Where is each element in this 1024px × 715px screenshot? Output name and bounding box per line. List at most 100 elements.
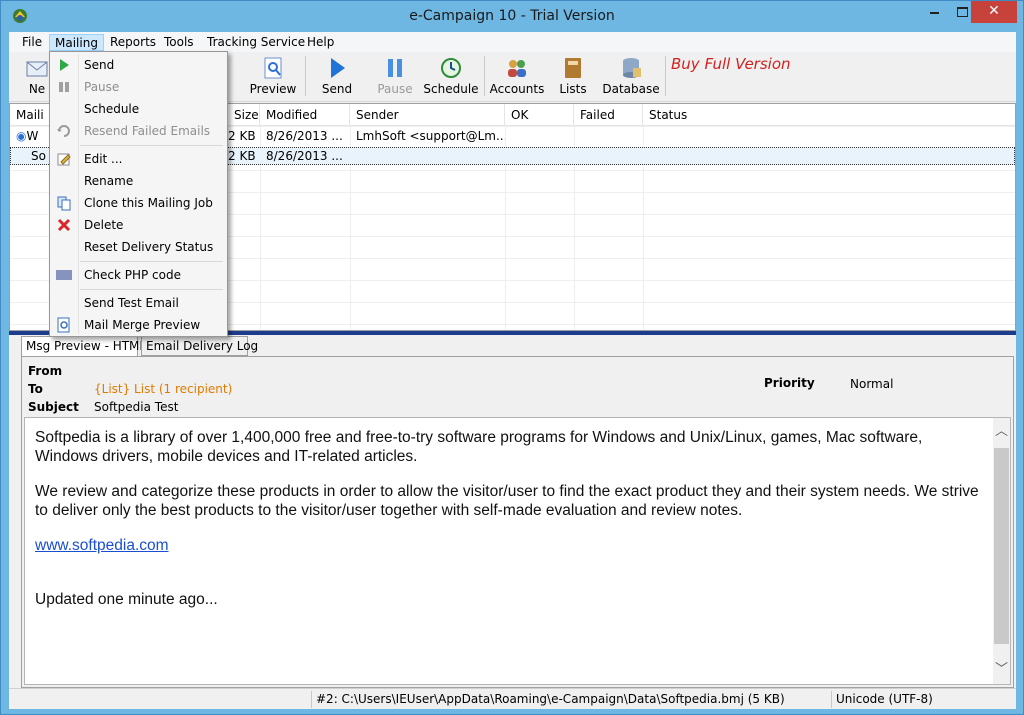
menu-item-reset-status[interactable]: Reset Delivery Status	[52, 236, 225, 258]
menu-item-rename-label: Rename	[84, 174, 134, 188]
menu-tracking-service[interactable]: Tracking Service	[202, 34, 310, 51]
menu-file[interactable]: File	[17, 34, 47, 51]
php-icon	[56, 270, 72, 280]
send-play-icon	[60, 59, 69, 71]
menu-item-reset-status-label: Reset Delivery Status	[84, 240, 214, 254]
send-play-icon	[331, 58, 345, 78]
menu-item-delete[interactable]: Delete	[52, 214, 225, 236]
body-paragraph: Softpedia is a library of over 1,400,000…	[35, 429, 923, 465]
menu-item-delete-label: Delete	[84, 218, 124, 232]
menu-tools[interactable]: Tools	[159, 34, 199, 51]
menu-item-rename[interactable]: Rename	[52, 170, 225, 192]
menu-item-clone[interactable]: Clone this Mailing Job	[52, 192, 225, 214]
menu-item-send[interactable]: Send	[52, 54, 225, 76]
column-header-ok[interactable]: OK	[505, 104, 574, 126]
database-icon	[623, 58, 641, 78]
row-sender: LmhSoft <support@Lm...	[356, 129, 505, 143]
menu-item-mail-merge-preview-label: Mail Merge Preview	[84, 318, 201, 332]
window-title: e-Campaign 10 - Trial Version	[409, 8, 615, 24]
accounts-users-icon	[508, 60, 526, 77]
menu-item-clone-label: Clone this Mailing Job	[84, 196, 213, 210]
buy-full-version-link[interactable]: Buy Full Version	[671, 55, 791, 73]
pause-icon	[59, 82, 69, 92]
menu-separator	[80, 145, 223, 146]
preview-button[interactable]: Preview	[247, 54, 299, 100]
tab-email-delivery-log[interactable]: Email Delivery Log	[141, 336, 258, 356]
schedule-button-label: Schedule	[423, 82, 479, 96]
schedule-button[interactable]: Schedule	[423, 54, 479, 100]
row-modified: 8/26/2013 ...	[266, 149, 343, 163]
column-header-size[interactable]: Size	[228, 104, 260, 126]
menu-separator	[80, 261, 223, 262]
scroll-down-icon[interactable]: ﹀	[993, 660, 1010, 682]
edit-pencil-icon	[57, 153, 71, 166]
pause-icon	[388, 59, 402, 77]
minimize-button[interactable]	[921, 1, 948, 23]
accounts-button[interactable]: Accounts	[489, 54, 545, 100]
scroll-thumb[interactable]	[994, 448, 1009, 644]
menu-help[interactable]: Help	[302, 34, 339, 51]
preview-button-label: Preview	[249, 82, 297, 96]
preview-icon	[264, 57, 282, 79]
database-button[interactable]: Database	[601, 54, 661, 100]
column-header-modified[interactable]: Modified	[260, 104, 350, 126]
menu-item-send-test-label: Send Test Email	[84, 296, 179, 310]
delete-x-icon	[57, 218, 71, 232]
resend-icon	[57, 125, 70, 137]
menu-item-edit-label: Edit ...	[84, 152, 123, 166]
clone-copy-icon	[57, 196, 71, 211]
menu-mailing[interactable]: Mailing	[49, 34, 104, 51]
status-bar: #2: C:\Users\IEUser\AppData\Roaming\e-Ca…	[9, 688, 1016, 709]
accounts-button-label: Accounts	[489, 82, 545, 96]
softpedia-link[interactable]: www.softpedia.com	[35, 537, 169, 554]
toolbar-separator	[665, 56, 666, 96]
row-modified: 8/26/2013 ...	[266, 129, 343, 143]
menu-item-pause-label: Pause	[84, 80, 120, 94]
toolbar-separator	[484, 56, 485, 96]
body-paragraph: We review and categorize these products …	[35, 483, 979, 519]
status-encoding: Unicode (UTF-8)	[831, 691, 1011, 708]
menu-item-pause[interactable]: Pause	[52, 76, 225, 98]
message-body-view[interactable]: Softpedia is a library of over 1,400,000…	[24, 417, 1011, 685]
lists-button-label: Lists	[559, 82, 587, 96]
new-mail-icon	[26, 61, 48, 77]
lists-button[interactable]: Lists	[555, 54, 591, 100]
menu-item-edit[interactable]: Edit ...	[52, 148, 225, 170]
column-header-status[interactable]: Status	[643, 104, 1015, 126]
message-body: Softpedia is a library of over 1,400,000…	[35, 428, 985, 625]
to-value: {List} List (1 recipient)	[94, 382, 233, 396]
status-cell-empty	[9, 691, 311, 708]
menu-item-mail-merge-preview[interactable]: Mail Merge Preview	[52, 314, 225, 336]
menu-item-check-php[interactable]: Check PHP code	[52, 264, 225, 286]
status-file-path: #2: C:\Users\IEUser\AppData\Roaming\e-Ca…	[311, 691, 831, 708]
pause-button[interactable]: Pause	[373, 54, 417, 100]
tab-msg-preview-html[interactable]: Msg Preview - HTML	[21, 336, 146, 357]
priority-value: Normal	[850, 377, 894, 391]
title-bar[interactable]: e-Campaign 10 - Trial Version ✕	[1, 1, 1023, 32]
from-label: From	[28, 364, 63, 378]
column-header-failed[interactable]: Failed	[574, 104, 643, 126]
subject-value: Softpedia Test	[94, 400, 179, 414]
body-paragraph: Updated one minute ago...	[35, 591, 218, 608]
menu-item-send-test[interactable]: Send Test Email	[52, 292, 225, 314]
menu-reports[interactable]: Reports	[105, 34, 161, 51]
preview-icon	[57, 317, 70, 333]
send-button-label: Send	[321, 82, 353, 96]
subject-label: Subject	[28, 400, 79, 414]
to-label: To	[28, 382, 43, 396]
column-header-sender[interactable]: Sender	[350, 104, 505, 126]
send-button[interactable]: Send	[315, 54, 359, 100]
pause-button-label: Pause	[377, 82, 413, 96]
database-button-label: Database	[602, 82, 660, 96]
menu-bar: File Mailing Reports Tools Tracking Serv…	[9, 32, 1016, 52]
lists-book-icon	[565, 58, 581, 78]
vertical-scrollbar[interactable]: ︿ ﹀	[993, 418, 1010, 684]
close-button[interactable]: ✕	[971, 1, 1017, 23]
menu-item-schedule[interactable]: Schedule	[52, 98, 225, 120]
row-name: ◉W	[10, 128, 50, 146]
scroll-up-icon[interactable]: ︿	[993, 422, 1010, 444]
app-window: e-Campaign 10 - Trial Version ✕ File Mai…	[0, 0, 1024, 715]
menu-item-resend-failed[interactable]: Resend Failed Emails	[52, 120, 225, 142]
menu-item-schedule-label: Schedule	[84, 102, 140, 116]
mailing-menu-dropdown: Send Pause Schedule Resend Failed Emails…	[49, 51, 228, 337]
